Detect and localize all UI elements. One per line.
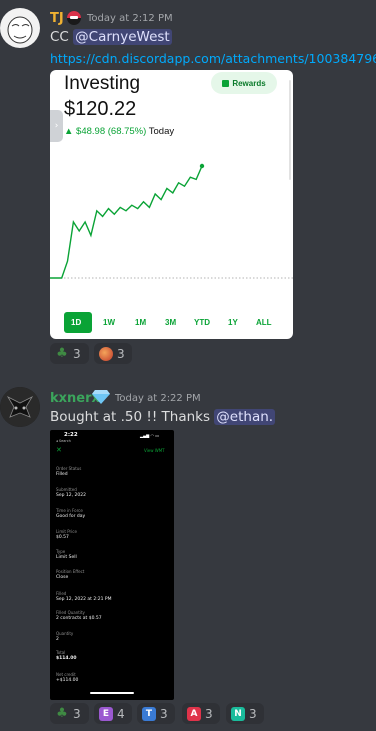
embed-title: Investing [64, 73, 141, 94]
message-text-prefix: CC [50, 29, 74, 45]
series-line [50, 165, 203, 279]
message-text-prefix: Bought at .50 !! Thanks [50, 409, 215, 425]
reaction-count: 3 [117, 346, 125, 361]
reaction-letter-n[interactable]: N 3 [226, 703, 264, 724]
avatar[interactable] [0, 387, 40, 427]
timeframe-1d[interactable]: 1D [71, 318, 81, 327]
message-text: CC @CarnyeWest [50, 29, 172, 45]
field-label: Total [56, 650, 66, 655]
field-label: Net credit [56, 672, 76, 677]
field-value: Good for day [56, 514, 86, 519]
letter-n-emoji-icon: N [231, 706, 245, 721]
field-value: $0.57 [56, 535, 69, 540]
field-value: $114.00 [56, 656, 77, 661]
timeframe-1m[interactable]: 1M [135, 318, 146, 327]
field-value: 2 contracts at $0.57 [56, 616, 102, 621]
field-value: Close [56, 575, 69, 580]
up-arrow-icon: ▲ [64, 126, 74, 137]
timeframe-1w[interactable]: 1W [103, 318, 115, 327]
back-search-link[interactable]: ◂ Search [56, 439, 71, 443]
green-plant-emoji-icon: ♣ [56, 346, 68, 361]
portfolio-change: ▲ $48.98 (68.75%) Today [64, 126, 174, 137]
gift-icon [222, 79, 230, 87]
rewards-label: Rewards [232, 78, 266, 88]
portfolio-line-chart [50, 163, 293, 279]
timeframe-all[interactable]: ALL [256, 318, 272, 327]
timeframe-3m[interactable]: 3M [165, 318, 176, 327]
user-mention[interactable]: @CarnyeWest [73, 29, 172, 45]
field-label: Type [56, 549, 66, 554]
reaction-count: 3 [73, 346, 81, 361]
reaction-count: 4 [117, 706, 125, 721]
field-label: Quantity [56, 631, 74, 636]
username[interactable]: TJ [50, 11, 64, 26]
field-value: Limit Sell [56, 555, 77, 560]
home-indicator [90, 692, 134, 694]
field-label: Filled [56, 591, 67, 596]
current-value-dot [199, 163, 205, 169]
reaction-count: 3 [249, 706, 257, 721]
field-label: Limit Price [56, 529, 77, 534]
field-value: Sep 12, 2022 at 2:21 PM [56, 597, 112, 602]
attachment-link[interactable]: https://cdn.discordapp.com/attachments/1… [50, 51, 376, 66]
change-value: $48.98 (68.75%) [76, 126, 147, 137]
letter-t-emoji-icon: T [142, 706, 156, 721]
change-period: Today [148, 126, 175, 137]
green-plant-emoji-icon: ♣ [56, 706, 68, 721]
field-label: Time in Force [56, 508, 83, 513]
reaction-count: 3 [205, 706, 213, 721]
reaction-letter-t[interactable]: T 3 [137, 703, 175, 724]
cartoon-face-avatar-icon [7, 16, 33, 44]
reaction-letter-e[interactable]: E 4 [94, 703, 132, 724]
red-orb-emoji-icon [99, 346, 113, 361]
reaction-plant[interactable]: ♣ 3 [50, 703, 89, 724]
field-label: Filled Quantity [56, 610, 85, 615]
status-bar-time: 2:22 [64, 432, 78, 438]
field-value: +$114.00 [56, 678, 79, 683]
avatar[interactable] [0, 8, 40, 48]
scroll-left-handle[interactable]: › [50, 110, 63, 142]
chevron-right-icon: › [54, 121, 59, 131]
investing-screenshot-embed[interactable]: Investing Rewards $120.22 ▲ $48.98 (68.7… [50, 70, 293, 339]
diamond-badge-icon [92, 389, 110, 404]
view-wmt-link[interactable]: View WMT [144, 448, 165, 453]
field-label: Position Effect [56, 569, 85, 574]
timestamp: Today at 2:22 PM [115, 393, 201, 404]
dark-character-avatar-icon [0, 387, 40, 427]
reaction-orb[interactable]: 3 [94, 343, 132, 364]
timeframe-1y[interactable]: 1Y [228, 318, 238, 327]
field-label: Order Status [56, 466, 82, 471]
field-value: Filled [56, 472, 68, 477]
role-badge-icon [67, 11, 81, 25]
reaction-count: 3 [73, 706, 81, 721]
portfolio-amount: $120.22 [64, 98, 137, 120]
reaction-plant[interactable]: ♣ 3 [50, 343, 89, 364]
reaction-count: 3 [160, 706, 168, 721]
reaction-letter-a[interactable]: A 3 [182, 703, 220, 724]
rewards-button[interactable]: Rewards [211, 72, 277, 94]
order-screenshot-image[interactable]: 2:22 ▂▄▆ ◠ ▭ ◂ Search ✕ View WMT Order S… [50, 430, 174, 700]
close-icon[interactable]: ✕ [56, 446, 62, 454]
timestamp: Today at 2:12 PM [87, 13, 173, 24]
message-text: Bought at .50 !! Thanks @ethan. [50, 409, 276, 425]
field-value: 2 [56, 637, 59, 642]
field-label: Submitted [56, 487, 77, 492]
field-value: Sep 12, 2022 [56, 493, 86, 498]
letter-e-emoji-icon: E [99, 706, 113, 721]
timeframe-ytd[interactable]: YTD [194, 318, 210, 327]
letter-a-emoji-icon: A [187, 706, 201, 721]
status-bar-icons: ▂▄▆ ◠ ▭ [140, 433, 160, 438]
user-mention[interactable]: @ethan. [214, 409, 276, 425]
